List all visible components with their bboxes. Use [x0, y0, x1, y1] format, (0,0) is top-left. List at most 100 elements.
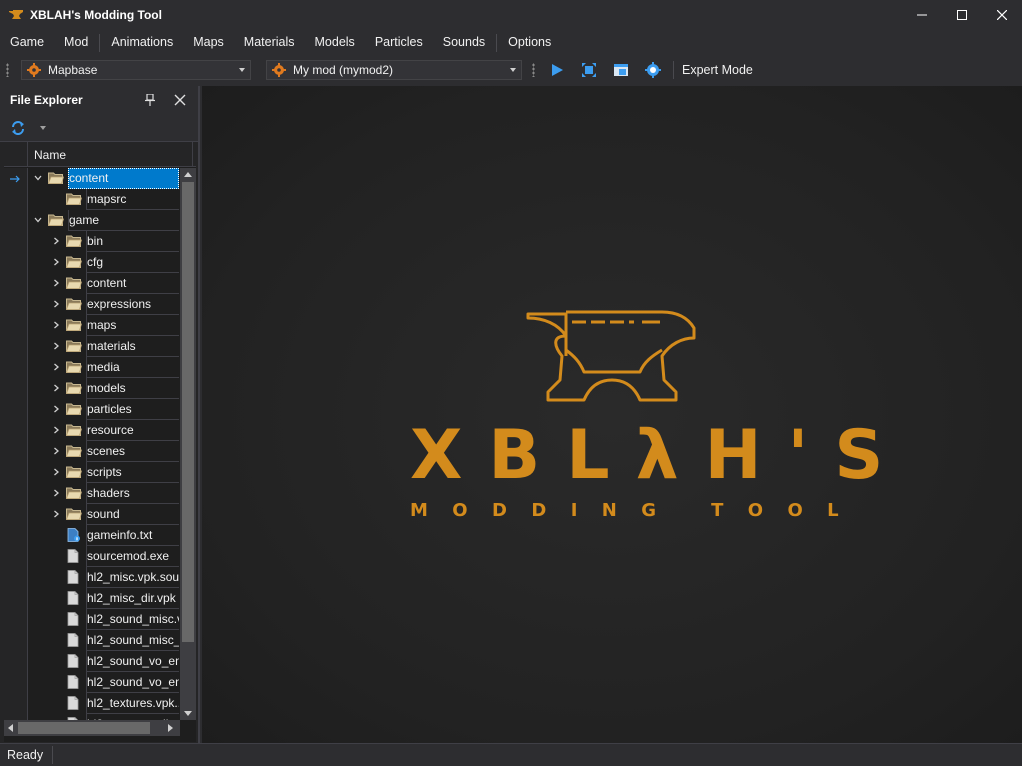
chevron-right-icon[interactable]	[52, 321, 60, 329]
folder-icon	[66, 256, 82, 268]
menu-models[interactable]: Models	[305, 30, 365, 55]
tree-row[interactable]: hl2_misc.vpk.sou...	[4, 567, 196, 588]
scroll-left-icon[interactable]	[8, 724, 13, 732]
chevron-right-icon[interactable]	[52, 405, 60, 413]
chevron-right-icon[interactable]	[52, 384, 60, 392]
scroll-right-icon[interactable]	[168, 724, 173, 732]
menu-mod[interactable]: Mod	[54, 30, 98, 55]
vertical-scrollbar[interactable]	[180, 168, 196, 720]
file-icon	[67, 633, 79, 647]
chevron-right-icon[interactable]	[52, 237, 60, 245]
chevron-right-icon[interactable]	[52, 489, 60, 497]
refresh-icon[interactable]	[10, 120, 26, 136]
menu-particles[interactable]: Particles	[365, 30, 433, 55]
scroll-down-icon[interactable]	[184, 711, 192, 716]
game-gear-icon	[27, 63, 41, 77]
minimize-button[interactable]	[902, 0, 942, 30]
chevron-right-icon[interactable]	[52, 258, 60, 266]
chevron-right-icon[interactable]	[52, 363, 60, 371]
tree-row[interactable]: resource	[4, 420, 196, 441]
tree-row[interactable]: content	[4, 273, 196, 294]
chevron-right-icon[interactable]	[52, 300, 60, 308]
horizontal-scroll-thumb[interactable]	[18, 722, 150, 734]
settings-button[interactable]	[644, 61, 662, 79]
close-window-button[interactable]	[982, 0, 1022, 30]
folder-icon	[66, 277, 82, 289]
chevron-right-icon[interactable]	[52, 342, 60, 350]
tree-row[interactable]: expressions	[4, 294, 196, 315]
chevron-right-icon[interactable]	[52, 426, 60, 434]
column-header-name[interactable]: Name	[34, 148, 66, 162]
folder-open-icon	[48, 172, 64, 184]
tree-row[interactable]: hl2_sound_misc.v...	[4, 609, 196, 630]
tree-row-label: models	[87, 381, 126, 395]
chevron-down-icon[interactable]	[34, 216, 42, 224]
tree-row[interactable]: content	[4, 168, 196, 189]
pin-icon[interactable]	[145, 94, 155, 106]
tree-row[interactable]: sourcemod.exe	[4, 546, 196, 567]
tree-row[interactable]: maps	[4, 315, 196, 336]
tree-row[interactable]: particles	[4, 399, 196, 420]
folder-icon	[66, 382, 82, 394]
menu-options[interactable]: Options	[498, 30, 561, 55]
tree-row[interactable]: sound	[4, 504, 196, 525]
tree-row-label: gameinfo.txt	[87, 528, 153, 542]
tree-row[interactable]: mapsrc	[4, 189, 196, 210]
tree-row[interactable]: media	[4, 357, 196, 378]
toolbar-grip[interactable]	[6, 63, 9, 77]
tree-row[interactable]: hl2_textures.vpk...	[4, 693, 196, 714]
gameinfo-file-icon	[67, 528, 80, 542]
chevron-right-icon[interactable]	[52, 468, 60, 476]
menu-materials[interactable]: Materials	[234, 30, 305, 55]
menu-sounds[interactable]: Sounds	[433, 30, 495, 55]
row-indicator	[4, 420, 28, 441]
file-explorer-toolbar	[0, 114, 198, 142]
status-separator	[52, 746, 54, 764]
fullscreen-button[interactable]	[580, 61, 598, 79]
expert-mode-button[interactable]: Expert Mode	[682, 63, 753, 77]
status-bar: Ready	[0, 743, 1022, 766]
tree-row-label: content	[87, 276, 127, 290]
tree-row[interactable]: bin	[4, 231, 196, 252]
tree-row[interactable]: hl2_sound_vo_en...	[4, 672, 196, 693]
folder-icon	[66, 235, 82, 247]
menu-game[interactable]: Game	[0, 30, 54, 55]
file-icon	[67, 612, 79, 626]
chevron-down-icon[interactable]	[40, 125, 46, 130]
row-indicator	[4, 651, 28, 672]
folder-icon	[66, 508, 82, 520]
chevron-right-icon[interactable]	[52, 279, 60, 287]
chevron-down-icon[interactable]	[34, 174, 42, 182]
scroll-up-icon[interactable]	[184, 172, 192, 177]
close-icon[interactable]	[174, 94, 186, 106]
window-controls	[902, 0, 1022, 30]
file-tree-grid: Name content mapsrc game bin cfg content expre…	[4, 142, 196, 742]
anvil-logo-icon	[526, 310, 696, 402]
tree-row[interactable]: scenes	[4, 441, 196, 462]
tree-row[interactable]: hl2_misc_dir.vpk	[4, 588, 196, 609]
vertical-scroll-thumb[interactable]	[182, 182, 194, 642]
tree-row[interactable]: scripts	[4, 462, 196, 483]
tree-row[interactable]: shaders	[4, 483, 196, 504]
chevron-right-icon[interactable]	[52, 510, 60, 518]
horizontal-scrollbar[interactable]	[4, 720, 180, 736]
tree-row[interactable]: hl2_sound_vo_en...	[4, 651, 196, 672]
game-select[interactable]: Mapbase	[21, 60, 251, 80]
menu-maps[interactable]: Maps	[183, 30, 234, 55]
tree-row[interactable]: cfg	[4, 252, 196, 273]
tree-row[interactable]: hl2_sound_misc_...	[4, 630, 196, 651]
window-mode-button[interactable]	[612, 61, 630, 79]
chevron-right-icon[interactable]	[52, 447, 60, 455]
tree-row[interactable]: gameinfo.txt	[4, 525, 196, 546]
tree-row[interactable]: game	[4, 210, 196, 231]
tree-row[interactable]: models	[4, 378, 196, 399]
maximize-button[interactable]	[942, 0, 982, 30]
tree-row-label: media	[87, 360, 120, 374]
mod-select[interactable]: My mod (mymod2)	[266, 60, 522, 80]
file-explorer-panel: File Explorer Name content mapsrc game bin c…	[0, 86, 200, 743]
tree-row[interactable]: materials	[4, 336, 196, 357]
menu-animations[interactable]: Animations	[101, 30, 183, 55]
toolbar-grip[interactable]	[532, 63, 535, 77]
tree-row-label: hl2_sound_vo_en...	[87, 675, 179, 689]
run-button[interactable]	[548, 61, 566, 79]
